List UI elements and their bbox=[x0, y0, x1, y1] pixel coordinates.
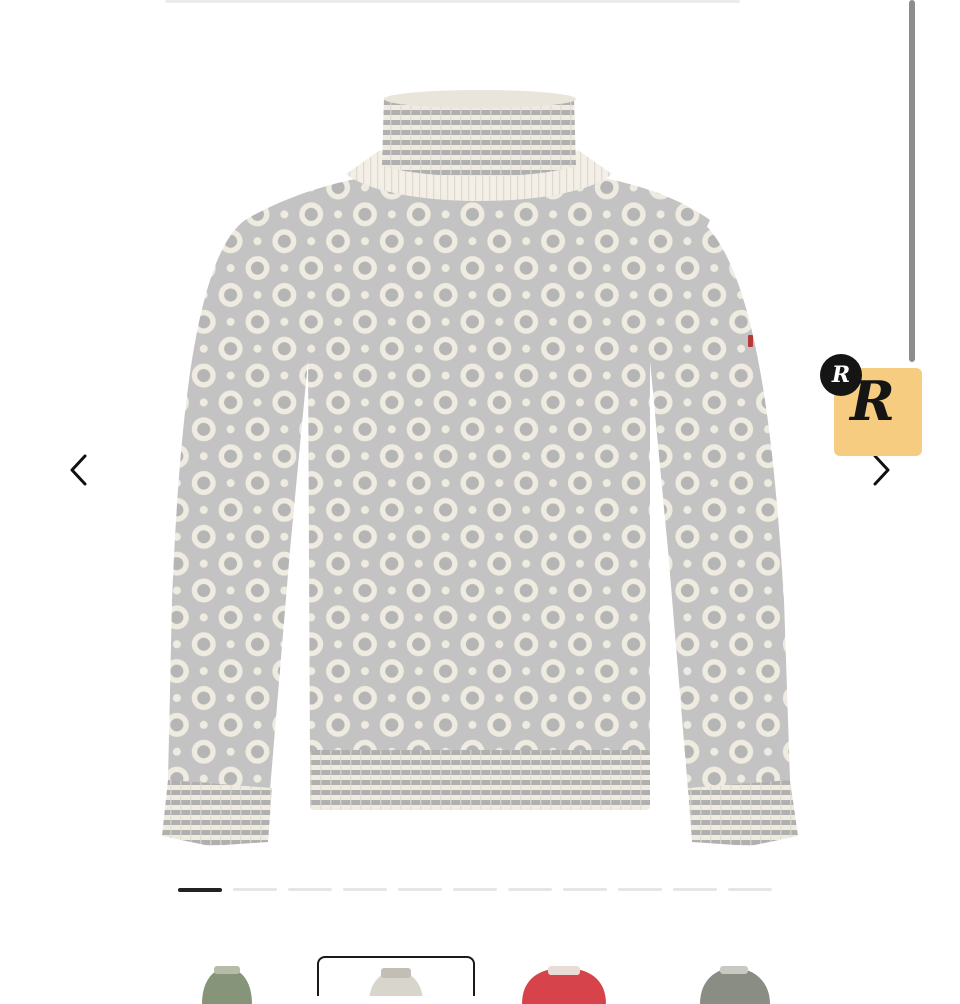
thumbnail-grey-variant[interactable] bbox=[317, 956, 475, 996]
thumbnail-dark-grey-variant[interactable] bbox=[670, 960, 800, 1004]
pagination-dot[interactable] bbox=[288, 888, 332, 891]
pagination-dot[interactable] bbox=[673, 888, 717, 891]
prev-slide-button[interactable] bbox=[59, 450, 99, 490]
pagination-dot[interactable] bbox=[618, 888, 662, 891]
pagination-dot[interactable] bbox=[563, 888, 607, 891]
pagination-dot[interactable] bbox=[728, 888, 772, 891]
thumbnail-red-variant[interactable] bbox=[498, 960, 628, 1004]
pagination-dot[interactable] bbox=[508, 888, 552, 891]
product-image bbox=[162, 90, 798, 846]
pagination-dot[interactable] bbox=[398, 888, 442, 891]
thumbnail-image bbox=[369, 968, 423, 996]
pagination-dot[interactable] bbox=[343, 888, 387, 891]
thumbnail-image bbox=[700, 966, 770, 1004]
pagination-dot[interactable] bbox=[453, 888, 497, 891]
floating-logo-badge[interactable]: R R bbox=[818, 352, 928, 460]
sweater-body bbox=[245, 172, 710, 760]
variant-thumbnails bbox=[0, 950, 960, 1004]
thumbnail-green-variant[interactable] bbox=[162, 960, 292, 1004]
chevron-left-icon bbox=[70, 454, 87, 486]
pagination-dot[interactable] bbox=[233, 888, 277, 891]
scrollbar[interactable] bbox=[909, 0, 915, 362]
thumbnail-image bbox=[522, 966, 606, 1004]
thumbnail-image bbox=[202, 966, 252, 1004]
top-divider bbox=[165, 0, 740, 3]
carousel-pagination bbox=[178, 888, 772, 892]
badge-small-circle: R bbox=[820, 354, 862, 396]
pagination-dot[interactable] bbox=[178, 888, 222, 892]
